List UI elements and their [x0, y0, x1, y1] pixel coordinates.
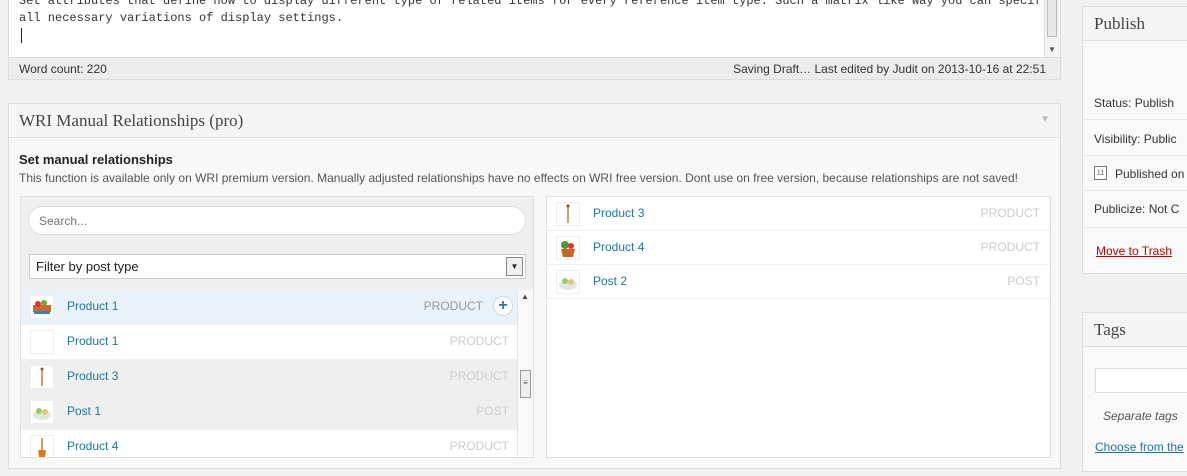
- collapse-toggle-icon[interactable]: ▼: [1040, 114, 1050, 125]
- list-item[interactable]: Product 3 PRODUCT: [21, 360, 519, 395]
- selected-list: Product 3 PRODUCT Product 4 PRODUCT Post…: [547, 197, 1050, 299]
- list-item[interactable]: Post 2 POST: [547, 265, 1050, 299]
- food-image: [556, 270, 580, 294]
- list-item[interactable]: Post 1 POST: [21, 395, 519, 430]
- basket-image: [30, 295, 54, 319]
- divider: [1084, 155, 1187, 156]
- plant-image: [30, 435, 54, 457]
- item-type: PRODUCT: [980, 240, 1040, 254]
- plant-image: [556, 236, 580, 260]
- section-description: This function is available only on WRI p…: [19, 171, 1018, 185]
- post-editor[interactable]: Set attributes that define how to displa…: [8, 0, 1061, 80]
- item-type: PRODUCT: [423, 299, 483, 313]
- list-item[interactable]: Product 4 PRODUCT: [21, 430, 519, 457]
- box-header[interactable]: WRI Manual Relationships (pro) ▼: [9, 104, 1060, 138]
- scroll-down-icon[interactable]: ▼: [1048, 45, 1056, 54]
- editor-text[interactable]: Set attributes that define how to displa…: [19, 0, 1039, 27]
- filter-label: Filter by post type: [36, 259, 139, 274]
- tags-hint: Separate tags: [1103, 409, 1178, 423]
- stick-image: [30, 365, 54, 389]
- item-type: PRODUCT: [449, 334, 509, 348]
- dropdown-arrow-icon[interactable]: ▼: [506, 257, 523, 276]
- divider: [1084, 119, 1187, 120]
- item-type: PRODUCT: [449, 369, 509, 383]
- post-type-filter[interactable]: Filter by post type ▼: [29, 254, 526, 279]
- item-name[interactable]: Product 4: [593, 240, 644, 254]
- editor-scrollbar[interactable]: ▼: [1044, 0, 1060, 57]
- box-title: Publish: [1094, 14, 1146, 33]
- publicize-status: Publicize: Not C: [1094, 202, 1180, 216]
- divider: [1084, 227, 1187, 228]
- tag-input[interactable]: [1095, 368, 1187, 393]
- list-scrollbar[interactable]: ▲ ≡: [517, 290, 533, 457]
- choose-tags-link[interactable]: Choose from the: [1095, 440, 1184, 454]
- word-count: Word count: 220: [19, 62, 107, 76]
- item-name[interactable]: Post 2: [593, 274, 627, 288]
- choices-panel: Filter by post type ▼ Product 1 PRODUCT …: [20, 196, 534, 458]
- list-item[interactable]: Product 1 PRODUCT: [21, 325, 519, 360]
- stick-image: [556, 202, 580, 226]
- item-type: POST: [1007, 274, 1040, 288]
- draft-status: Saving Draft… Last edited by Judit on 20…: [733, 62, 1046, 76]
- choices-list: Product 1 PRODUCT + Product 1 PRODUCT Pr…: [21, 290, 519, 457]
- blank-image: [30, 330, 54, 354]
- item-name[interactable]: Product 1: [67, 299, 118, 313]
- item-name[interactable]: Product 3: [593, 206, 644, 220]
- tags-box: Tags Separate tags Choose from the: [1082, 312, 1187, 472]
- box-title: Tags: [1094, 320, 1126, 339]
- list-item[interactable]: Product 3 PRODUCT: [547, 197, 1050, 231]
- editor-status-bar: Word count: 220 Saving Draft… Last edite…: [9, 57, 1060, 79]
- item-name[interactable]: Product 3: [67, 369, 118, 383]
- divider: [1084, 190, 1187, 191]
- list-item[interactable]: Product 4 PRODUCT: [547, 231, 1050, 265]
- wri-relationships-box: WRI Manual Relationships (pro) ▼ Set man…: [8, 103, 1061, 469]
- post-status: Status: Publish: [1094, 96, 1175, 110]
- published-on: Published on: [1115, 167, 1185, 181]
- editor-line: all necessary variations of display sett…: [19, 11, 344, 25]
- calendar-icon: 11: [1094, 166, 1107, 180]
- item-type: POST: [476, 404, 509, 418]
- scroll-up-icon[interactable]: ▲: [521, 292, 529, 301]
- search-input[interactable]: [28, 206, 526, 235]
- item-type: PRODUCT: [980, 206, 1040, 220]
- editor-line: Set attributes that define how to displa…: [19, 0, 1039, 8]
- add-icon[interactable]: +: [493, 296, 513, 316]
- food-image: [30, 400, 54, 424]
- box-header[interactable]: Publish: [1083, 7, 1187, 41]
- post-visibility: Visibility: Public: [1094, 132, 1177, 146]
- scrollbar-thumb[interactable]: [1047, 0, 1057, 37]
- text-caret: [21, 28, 22, 43]
- section-heading: Set manual relationships: [19, 152, 173, 167]
- box-header[interactable]: Tags: [1083, 313, 1187, 347]
- move-to-trash-link[interactable]: Move to Trash: [1096, 244, 1172, 258]
- item-name[interactable]: Product 1: [67, 334, 118, 348]
- item-name[interactable]: Product 4: [67, 439, 118, 453]
- item-type: PRODUCT: [449, 439, 509, 453]
- scrollbar-thumb[interactable]: ≡: [520, 370, 531, 398]
- selected-panel: Product 3 PRODUCT Product 4 PRODUCT Post…: [546, 196, 1051, 458]
- item-name[interactable]: Post 1: [67, 404, 101, 418]
- list-item[interactable]: Product 1 PRODUCT +: [21, 290, 519, 325]
- box-title: WRI Manual Relationships (pro): [19, 111, 244, 130]
- publish-box: Publish Status: Publish Visibility: Publ…: [1082, 6, 1187, 274]
